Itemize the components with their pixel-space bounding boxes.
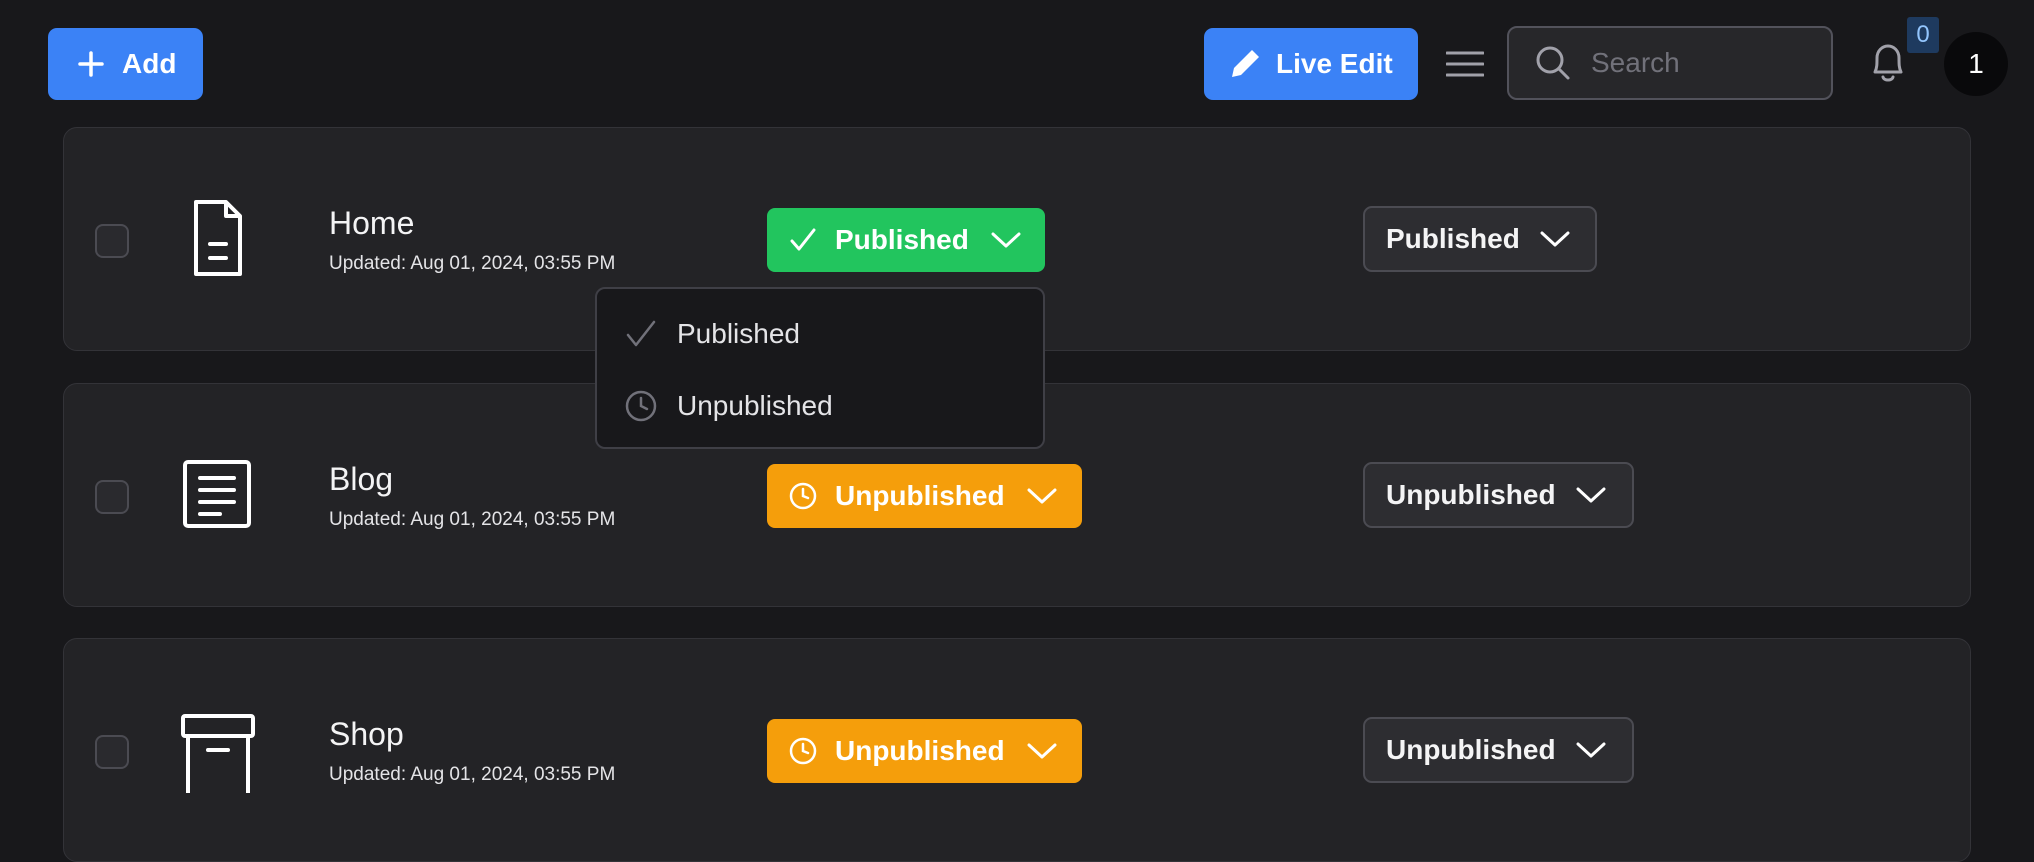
bell-icon[interactable] xyxy=(1867,40,1909,86)
row-checkbox[interactable] xyxy=(95,224,129,258)
dropdown-option-published[interactable]: Published xyxy=(625,314,800,354)
search-input[interactable] xyxy=(1589,46,1813,80)
avatar[interactable]: 1 xyxy=(1944,32,2008,96)
page-row-shop: Shop Updated: Aug 01, 2024, 03:55 PM Unp… xyxy=(63,638,1971,862)
check-icon xyxy=(626,320,656,347)
secondary-status-label: Published xyxy=(1386,223,1520,254)
status-label: Unpublished xyxy=(835,735,1005,766)
hamburger-menu-icon[interactable] xyxy=(1446,50,1484,78)
status-label: Unpublished xyxy=(835,480,1005,511)
chevron-down-icon xyxy=(1576,487,1606,503)
page-updated-time: Updated: Aug 01, 2024, 03:55 PM xyxy=(329,764,616,785)
chevron-down-icon xyxy=(1540,231,1570,247)
archive-box-icon xyxy=(181,714,255,793)
page-name[interactable]: Shop xyxy=(329,716,404,753)
dropdown-option-label: Published xyxy=(677,318,800,349)
status-dropdown-button[interactable]: Published xyxy=(767,208,1045,272)
search-box[interactable] xyxy=(1507,26,1833,100)
status-dropdown-button[interactable]: Unpublished xyxy=(767,464,1082,528)
dropdown-option-label: Unpublished xyxy=(677,390,833,421)
secondary-status-label: Unpublished xyxy=(1386,479,1556,510)
chevron-down-icon xyxy=(991,232,1021,248)
notification-count-badge: 0 xyxy=(1907,17,1939,53)
clock-icon xyxy=(625,390,657,422)
article-icon xyxy=(183,460,251,528)
status-dropdown-menu: Published Unpublished xyxy=(595,287,1045,449)
secondary-status-dropdown[interactable]: Unpublished xyxy=(1363,717,1634,783)
chevron-down-icon xyxy=(1027,743,1057,759)
top-bar: Add Live Edit 0 1 xyxy=(0,0,2034,128)
row-checkbox[interactable] xyxy=(95,735,129,769)
live-edit-button[interactable]: Live Edit xyxy=(1204,28,1418,100)
page-updated-time: Updated: Aug 01, 2024, 03:55 PM xyxy=(329,253,616,274)
row-checkbox[interactable] xyxy=(95,480,129,514)
add-button-label: Add xyxy=(122,48,177,79)
status-label: Published xyxy=(835,224,969,255)
status-dropdown-button[interactable]: Unpublished xyxy=(767,719,1082,783)
secondary-status-label: Unpublished xyxy=(1386,734,1556,765)
chevron-down-icon xyxy=(1576,742,1606,758)
clock-icon xyxy=(789,482,817,510)
page-name[interactable]: Home xyxy=(329,205,414,242)
clock-icon xyxy=(789,737,817,765)
plus-icon xyxy=(78,51,104,77)
document-icon xyxy=(194,200,242,276)
secondary-status-dropdown[interactable]: Published xyxy=(1363,206,1597,272)
page-updated-time: Updated: Aug 01, 2024, 03:55 PM xyxy=(329,509,616,530)
secondary-status-dropdown[interactable]: Unpublished xyxy=(1363,462,1634,528)
page-name[interactable]: Blog xyxy=(329,461,393,498)
live-edit-label: Live Edit xyxy=(1276,48,1393,79)
chevron-down-icon xyxy=(1027,488,1057,504)
check-icon xyxy=(790,228,816,251)
add-button[interactable]: Add xyxy=(48,28,203,100)
dropdown-option-unpublished[interactable]: Unpublished xyxy=(625,386,833,426)
pencil-icon xyxy=(1232,50,1259,77)
search-icon xyxy=(1536,46,1570,80)
